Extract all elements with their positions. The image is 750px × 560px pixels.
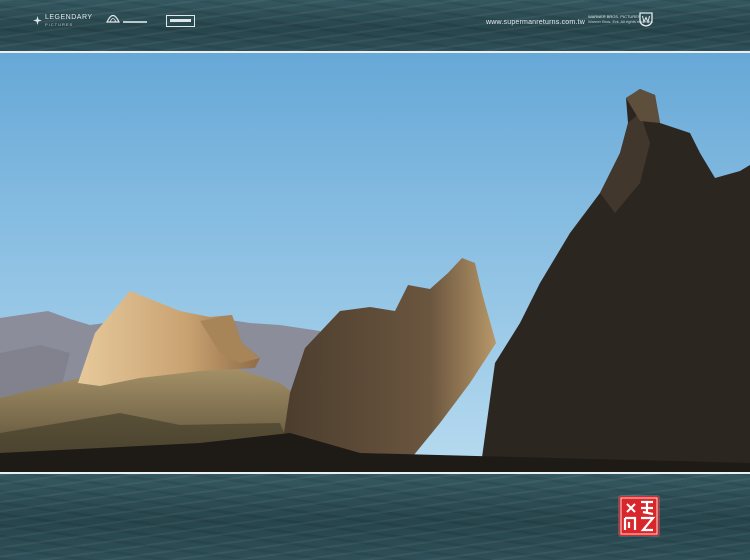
logo-tagline-line	[123, 21, 147, 23]
shell-emblem-icon	[106, 14, 120, 23]
logo-text: LEGENDARY	[45, 14, 93, 21]
seal-glyph-icon	[620, 497, 658, 535]
legendary-pictures-logo: LEGENDARY PICTURES	[33, 14, 93, 27]
ruins-landscape-image	[0, 53, 750, 472]
dc-comics-logo	[106, 12, 147, 24]
starburst-icon	[33, 16, 42, 25]
logo-subtext: PICTURES	[45, 22, 74, 27]
landscape-photo	[0, 53, 750, 472]
chinese-seal-stamp-icon	[619, 496, 659, 536]
top-banner: LEGENDARY PICTURES www.supermanreturns.c…	[0, 0, 750, 52]
website-url: www.supermanreturns.com.tw	[486, 19, 585, 26]
wb-shield-icon	[639, 12, 653, 27]
studio-logo	[166, 15, 195, 27]
